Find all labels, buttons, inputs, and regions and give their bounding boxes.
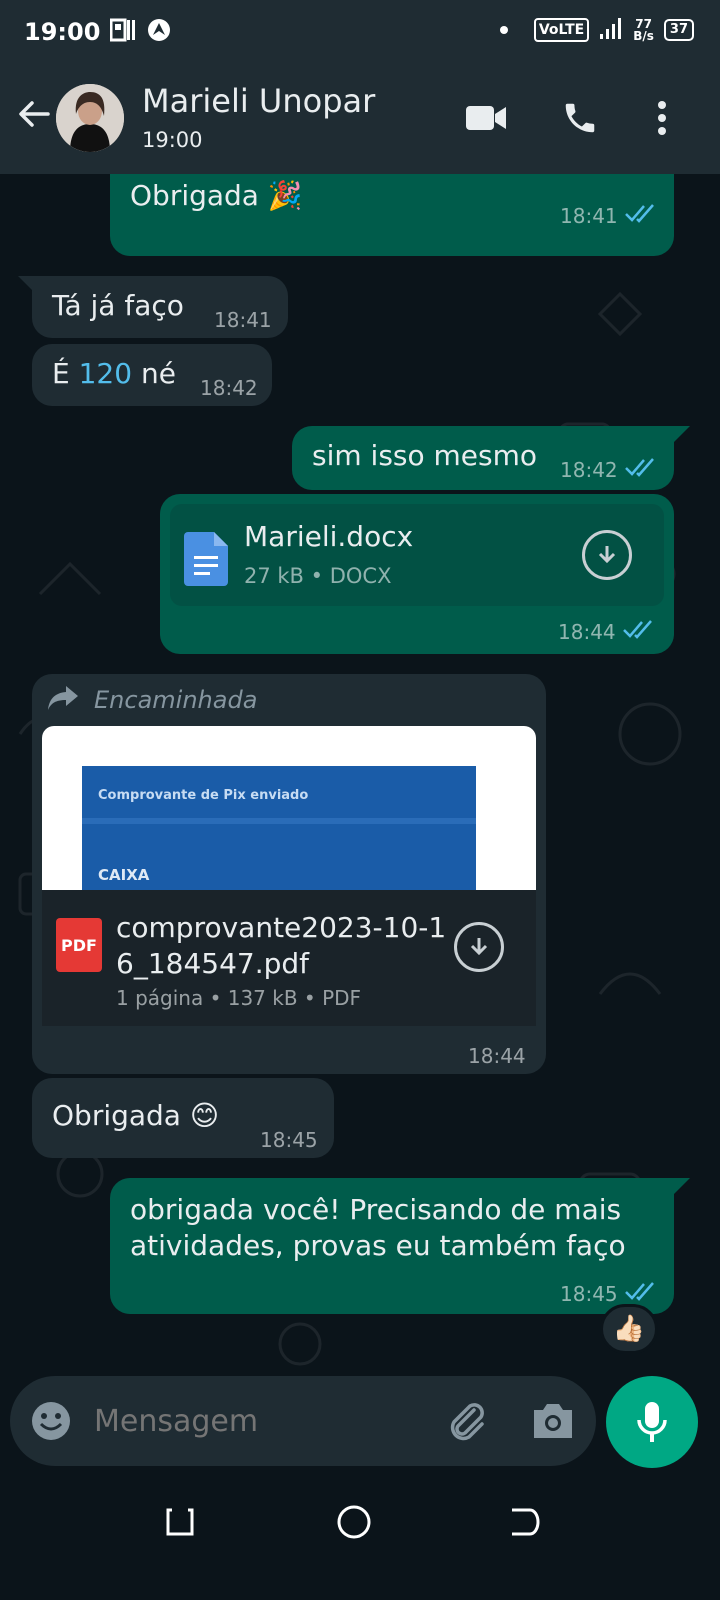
document-card[interactable]: Marieli.docx 27 kB • DOCX bbox=[170, 504, 664, 606]
recents-icon bbox=[166, 1508, 194, 1536]
message-incoming[interactable]: Obrigada 😊 18:45 bbox=[32, 1078, 334, 1158]
read-ticks-icon bbox=[625, 204, 654, 223]
reaction-badge[interactable]: 👍🏻 bbox=[600, 1304, 658, 1354]
phone-number-link[interactable]: 120 bbox=[79, 357, 132, 390]
forwarded-label: Encaminhada bbox=[94, 686, 258, 714]
thumbnail-receipt-panel: Comprovante de Pix enviado CAIXA bbox=[82, 766, 476, 890]
message-time: 18:42 bbox=[560, 458, 618, 482]
voice-record-button[interactable] bbox=[606, 1376, 698, 1468]
dot-icon bbox=[499, 26, 508, 34]
forward-arrow-icon bbox=[48, 686, 78, 710]
more-options-button[interactable] bbox=[638, 94, 686, 142]
thumbnail-brand-label: CAIXA bbox=[98, 866, 150, 884]
message-time: 18:44 bbox=[468, 1044, 526, 1068]
notification-app-icon bbox=[109, 18, 136, 46]
download-arrow-icon bbox=[470, 938, 488, 956]
status-bar: 19:00 VoLTE 77 B/s 37 bbox=[0, 0, 720, 64]
home-button[interactable] bbox=[336, 1504, 372, 1540]
message-outgoing-document[interactable]: Marieli.docx 27 kB • DOCX 18:44 bbox=[160, 494, 674, 654]
contact-name[interactable]: Marieli Unopar bbox=[142, 82, 375, 120]
contact-last-seen: 19:00 bbox=[142, 128, 203, 152]
contact-avatar[interactable] bbox=[56, 84, 124, 152]
message-time: 18:44 bbox=[558, 620, 616, 644]
message-incoming[interactable]: Tá já faço 18:41 bbox=[32, 276, 288, 338]
thumbnail-receipt-title: Comprovante de Pix enviado bbox=[98, 788, 309, 803]
message-text: É 120 né bbox=[52, 357, 176, 390]
back-nav-button[interactable] bbox=[508, 1506, 542, 1538]
docx-file-icon bbox=[184, 532, 228, 586]
video-camera-icon bbox=[466, 106, 506, 130]
message-text: obrigada você! Precisando de mais ativida… bbox=[130, 1193, 626, 1262]
message-time: 18:42 bbox=[200, 376, 258, 400]
emoji-button[interactable] bbox=[30, 1400, 72, 1442]
download-arrow-icon bbox=[598, 546, 616, 564]
pdf-file-icon: PDF bbox=[56, 918, 102, 972]
network-speed: 77 B/s bbox=[633, 17, 654, 43]
document-meta: 27 kB • DOCX bbox=[244, 564, 392, 588]
message-outgoing[interactable]: obrigada você! Precisando de mais ativida… bbox=[110, 1178, 674, 1314]
thumbs-up-reaction: 👍🏻 bbox=[612, 1314, 646, 1344]
message-incoming[interactable]: É 120 né 18:42 bbox=[32, 344, 272, 406]
message-input[interactable] bbox=[94, 1398, 424, 1444]
chat-header: Marieli Unopar 19:00 bbox=[0, 64, 720, 174]
system-nav-bar bbox=[0, 1476, 720, 1600]
bubble-tail bbox=[18, 276, 34, 292]
kebab-menu-icon bbox=[658, 101, 666, 135]
back-button[interactable] bbox=[14, 94, 54, 134]
message-time: 18:41 bbox=[214, 308, 272, 332]
pdf-file-name: comprovante2023-10-1 6_184547.pdf bbox=[116, 911, 447, 980]
pdf-icon-label: PDF bbox=[61, 935, 97, 955]
bubble-tail bbox=[674, 426, 690, 442]
message-text: Obrigada 😊 bbox=[52, 1099, 220, 1132]
camera-icon bbox=[534, 1404, 572, 1438]
video-call-button[interactable] bbox=[462, 94, 510, 142]
recents-button[interactable] bbox=[164, 1506, 196, 1538]
home-circle-icon bbox=[337, 1505, 371, 1539]
thumbnail-header-band bbox=[82, 818, 476, 824]
status-right-group: VoLTE 77 B/s 37 bbox=[499, 16, 694, 44]
message-text: Obrigada 🎉 bbox=[130, 179, 303, 212]
phone-icon bbox=[565, 103, 595, 133]
pdf-thumbnail[interactable]: Comprovante de Pix enviado CAIXA bbox=[42, 726, 536, 890]
signal-icon bbox=[599, 16, 623, 44]
status-time: 19:00 bbox=[24, 18, 101, 46]
paperclip-icon bbox=[450, 1403, 484, 1441]
document-file-name: Marieli.docx bbox=[244, 520, 414, 553]
back-nav-icon bbox=[512, 1508, 540, 1536]
chat-area[interactable]: Obrigada 🎉 18:41 Tá já faço 18:41 É 120 … bbox=[0, 174, 720, 1370]
camera-button[interactable] bbox=[530, 1400, 576, 1442]
message-time: 18:45 bbox=[260, 1128, 318, 1152]
message-outgoing[interactable]: sim isso mesmo 18:42 bbox=[292, 426, 674, 490]
bubble-tail bbox=[674, 1178, 690, 1194]
read-ticks-icon bbox=[623, 620, 652, 639]
download-button[interactable] bbox=[454, 922, 504, 972]
voice-call-button[interactable] bbox=[556, 94, 604, 142]
message-text: Tá já faço bbox=[52, 289, 184, 322]
message-text: sim isso mesmo bbox=[312, 439, 538, 472]
message-time: 18:45 bbox=[560, 1282, 618, 1306]
read-ticks-icon bbox=[625, 1282, 654, 1301]
attach-button[interactable] bbox=[444, 1398, 490, 1444]
message-outgoing[interactable]: Obrigada 🎉 18:41 bbox=[110, 174, 674, 256]
microphone-icon bbox=[637, 1402, 667, 1442]
message-input-bar bbox=[10, 1376, 596, 1466]
download-button[interactable] bbox=[582, 530, 632, 580]
read-ticks-icon bbox=[625, 458, 654, 477]
message-incoming-forwarded-pdf[interactable]: Encaminhada Comprovante de Pix enviado C… bbox=[32, 674, 546, 1074]
arrow-left-icon bbox=[19, 101, 50, 127]
pdf-document-card[interactable]: PDF comprovante2023-10-1 6_184547.pdf 1 p… bbox=[42, 890, 536, 1026]
volte-badge: VoLTE bbox=[533, 18, 590, 42]
battery-indicator: 37 bbox=[663, 19, 694, 41]
emoji-smiley-icon bbox=[32, 1402, 70, 1440]
pdf-meta: 1 página • 137 kB • PDF bbox=[116, 986, 362, 1010]
navigation-app-icon bbox=[146, 17, 172, 47]
message-time: 18:41 bbox=[560, 204, 618, 228]
